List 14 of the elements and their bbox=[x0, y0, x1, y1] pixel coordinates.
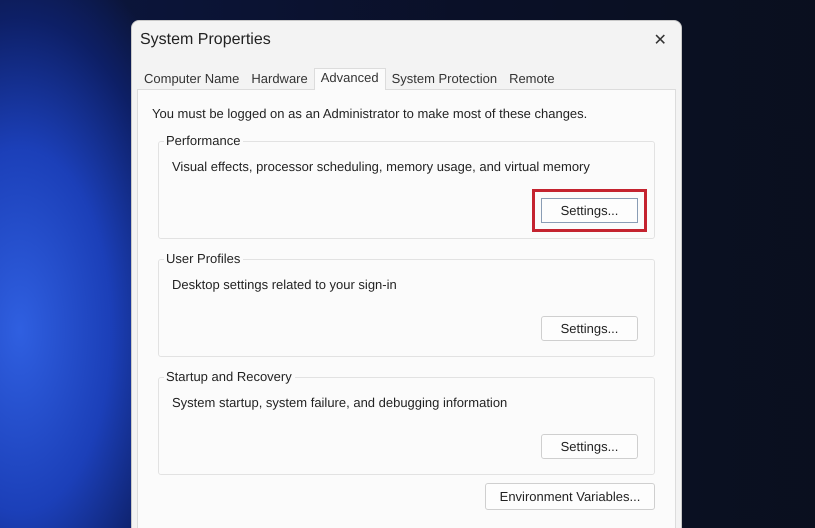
group-title: User Profiles bbox=[164, 251, 244, 266]
group-description: System startup, system failure, and debugging information bbox=[172, 395, 508, 410]
environment-variables-button[interactable]: Environment Variables... bbox=[485, 483, 655, 510]
group-description: Desktop settings related to your sign-in bbox=[172, 277, 397, 292]
group-title: Performance bbox=[164, 133, 244, 148]
notice-text: You must be logged on as an Administrator to make most of these changes. bbox=[152, 106, 588, 121]
tab[interactable]: Advanced bbox=[314, 68, 386, 90]
group-title: Startup and Recovery bbox=[164, 369, 295, 384]
settings-button[interactable]: Settings... bbox=[541, 198, 638, 223]
settings-button[interactable]: Settings... bbox=[541, 316, 638, 341]
settings-button[interactable]: Settings... bbox=[541, 434, 638, 459]
window-title: System Properties bbox=[140, 31, 271, 49]
close-button[interactable]: ✕ bbox=[647, 27, 673, 53]
group-description: Visual effects, processor scheduling, memory usage, and virtual memory bbox=[172, 159, 590, 174]
